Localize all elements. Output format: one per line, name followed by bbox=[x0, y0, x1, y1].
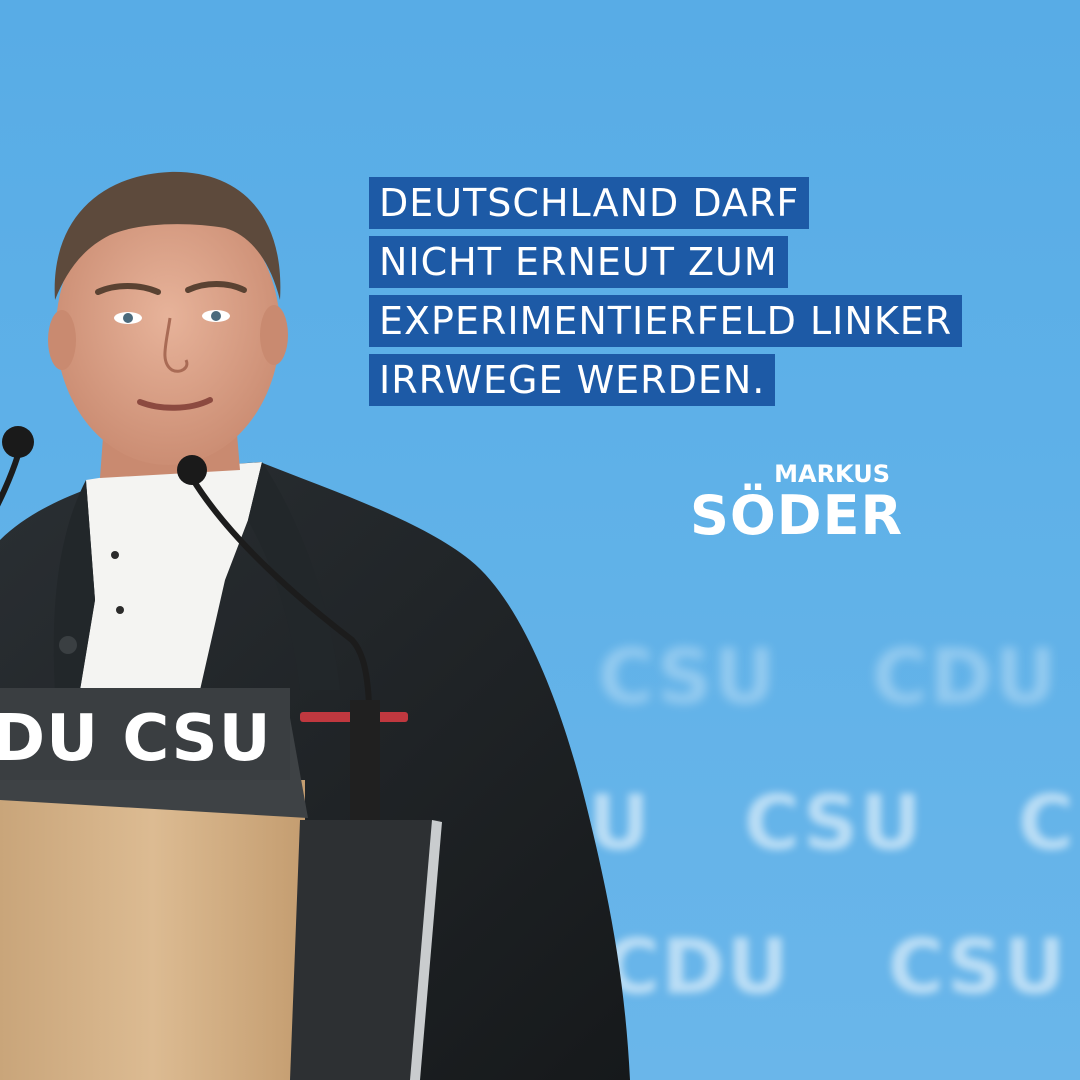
quote-line-1: DEUTSCHLAND DARF bbox=[369, 177, 810, 229]
speaker-signature: MARKUS SÖDER bbox=[690, 460, 904, 547]
speaker-photo: DU CSU bbox=[0, 171, 630, 1080]
quote-line-3: EXPERIMENTIERFELD LINKER bbox=[369, 295, 963, 347]
lectern-logo-text: DU CSU bbox=[0, 702, 272, 776]
quote-block: DEUTSCHLAND DARF NICHT ERNEUT ZUM EXPERI… bbox=[369, 177, 963, 413]
lectern-wood bbox=[0, 780, 305, 1080]
microphone-left bbox=[0, 454, 21, 507]
campaign-graphic: CSU CDU U CSU C CDU CSU DU CSU DEUTSCHLA… bbox=[0, 0, 1080, 1080]
quote-line-2: NICHT ERNEUT ZUM bbox=[369, 236, 788, 288]
quote-line-4: IRRWEGE WERDEN. bbox=[369, 354, 776, 406]
signature-last-name: SÖDER bbox=[690, 484, 904, 547]
